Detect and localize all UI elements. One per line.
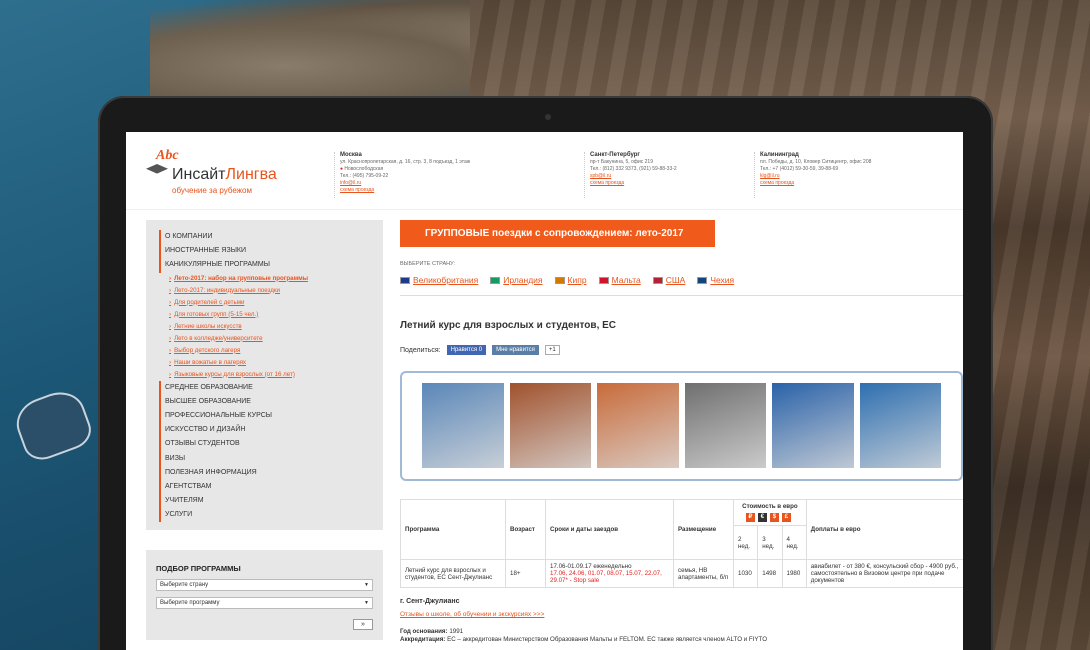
sidebar-item[interactable]: Лето-2017: набор на групповые программы	[159, 273, 383, 285]
gallery-photo[interactable]	[859, 383, 941, 468]
sidebar-item[interactable]: Выбор детского лагеря	[159, 345, 383, 357]
picker-title: ПОДБОР ПРОГРАММЫ	[156, 564, 241, 573]
camera-dot	[545, 114, 551, 120]
country-link[interactable]: Чехия	[697, 275, 734, 285]
col-price: Стоимость в евро ₽ € $ £	[733, 499, 807, 526]
city-title: г. Сент-Джулианс	[400, 598, 460, 605]
flag-icon	[490, 276, 501, 284]
sidebar-item[interactable]: ИСКУССТВО И ДИЗАЙН	[159, 423, 383, 438]
page-title: Летний курс для взрослых и студентов, ЕС	[400, 320, 617, 331]
country-select[interactable]: Выберите страну	[156, 579, 373, 591]
sidebar-item[interactable]: Лето-2017: индивидуальные поездки	[159, 285, 383, 297]
facebook-like-button[interactable]: Нравится 0	[446, 345, 487, 355]
col-extra: Доплаты в евро	[805, 499, 963, 560]
sidebar-item[interactable]: Наши вожатые в лагерях	[159, 357, 383, 369]
price-table: Программа Возраст Сроки и даты заездов Р…	[400, 499, 963, 588]
website-screen: Abc ИнсайтЛингва обучение за рубежом Мос…	[126, 132, 963, 650]
sidebar-item[interactable]: АГЕНТСТВАМ	[159, 479, 383, 495]
sidebar-item[interactable]: Для родителей с детьми	[159, 297, 383, 309]
sidebar-item[interactable]: ПОЛЕЗНАЯ ИНФОРМАЦИЯ	[159, 465, 383, 480]
pound-icon: £	[781, 513, 791, 522]
gallery-photo[interactable]	[772, 383, 854, 468]
vk-like-button[interactable]: Мне нравится	[492, 345, 539, 355]
map-link[interactable]: схема проезда	[340, 187, 509, 194]
sidebar-item[interactable]: О КОМПАНИИ	[159, 230, 383, 245]
school-info: Год основания: 1991 Аккредитация: ЕС – а…	[400, 628, 768, 643]
country-link[interactable]: Кипр	[554, 275, 587, 285]
google-plus-button[interactable]: +1	[544, 345, 560, 355]
flag-icon	[652, 276, 663, 284]
logo[interactable]: Abc ИнсайтЛингва обучение за рубежом	[146, 148, 277, 200]
country-link[interactable]: США	[652, 275, 685, 285]
gallery-photo[interactable]	[422, 383, 504, 468]
country-link[interactable]: Мальта	[598, 275, 641, 285]
sidebar-item[interactable]: ИНОСТРАННЫЕ ЯЗЫКИ	[159, 244, 383, 259]
page-banner: ГРУППОВЫЕ поездки с сопровождением: лето…	[400, 220, 715, 247]
table-row: Летний курс для взрослых и студентов, ЕС…	[400, 559, 963, 588]
sidebar-item[interactable]: ВЫСШЕЕ ОБРАЗОВАНИЕ	[159, 394, 383, 409]
photo-gallery	[400, 371, 963, 481]
col-dates: Сроки и даты заездов	[545, 499, 674, 560]
col-program: Программа	[400, 499, 506, 560]
sidebar-item[interactable]: ОТЗЫВЫ СТУДЕНТОВ	[159, 437, 383, 452]
sidebar-item[interactable]: УСЛУГИ	[159, 508, 383, 523]
program-picker: ПОДБОР ПРОГРАММЫ Выберите страну Выберит…	[146, 550, 383, 640]
sidebar-item[interactable]: КАНИКУЛЯРНЫЕ ПРОГРАММЫ	[159, 258, 383, 273]
choose-country-label: ВЫБЕРИТЕ СТРАНУ:	[400, 261, 455, 267]
sidebar-item[interactable]: Для готовых групп (5-15 чел.)	[159, 309, 383, 321]
email-link[interactable]: spb@il.ru	[590, 173, 724, 180]
sidebar-item[interactable]: ВИЗЫ	[159, 451, 383, 466]
dollar-icon: $	[769, 513, 779, 522]
logo-abc: Abc	[156, 148, 179, 163]
country-link[interactable]: Ирландия	[490, 275, 543, 285]
share-label: Поделиться:	[400, 346, 441, 354]
sidebar-item[interactable]: СРЕДНЕЕ ОБРАЗОВАНИЕ	[159, 380, 383, 395]
site-header: Abc ИнсайтЛингва обучение за рубежом Мос…	[126, 132, 963, 210]
sidebar-item[interactable]: Языковые курсы для взрослых (от 16 лет)	[159, 369, 383, 381]
program-select[interactable]: Выберите программу	[156, 597, 373, 609]
gallery-photo[interactable]	[509, 383, 591, 468]
ruble-icon: ₽	[745, 513, 755, 522]
email-link[interactable]: info@il.ru	[340, 180, 509, 187]
email-link[interactable]: klg@il.ru	[760, 173, 894, 180]
flag-icon	[400, 276, 410, 284]
gallery-photo[interactable]	[597, 383, 679, 468]
country-link[interactable]: Великобритания	[400, 275, 478, 285]
sidebar-menu: О КОМПАНИИ ИНОСТРАННЫЕ ЯЗЫКИ КАНИКУЛЯРНЫЕ …	[146, 220, 383, 530]
country-tabs: Великобритания Ирландия Кипр Мальта США Чехия	[400, 275, 963, 296]
logo-name: ИнсайтЛингва	[172, 166, 277, 183]
map-link[interactable]: схема проезда	[590, 180, 724, 187]
go-button[interactable]: »	[353, 619, 373, 630]
col-housing: Размещение	[673, 499, 734, 560]
map-link[interactable]: схема проезда	[760, 180, 894, 187]
main-content: ГРУППОВЫЕ поездки с сопровождением: лето…	[400, 220, 963, 650]
sidebar-item[interactable]: ПРОФЕССИОНАЛЬНЫЕ КУРСЫ	[159, 408, 383, 424]
sidebar-item[interactable]: УЧИТЕЛЯМ	[159, 494, 383, 509]
col-age: Возраст	[505, 499, 546, 560]
sidebar-item[interactable]: Лето в колледже/университете	[159, 333, 383, 345]
euro-icon: €	[757, 513, 767, 522]
sidebar-item[interactable]: Летние школы искусств	[159, 321, 383, 333]
flag-icon	[697, 276, 708, 284]
flag-icon	[554, 276, 565, 284]
office-moscow: Москва ул. Краснопролетарская, д. 16, ст…	[334, 152, 509, 198]
share-bar: Поделиться: Нравится 0 Мне нравится +1	[400, 345, 963, 355]
office-spb: Санкт-Петербург пр-т Бакунина, 5, офис 2…	[584, 152, 724, 198]
flag-icon	[598, 276, 609, 284]
office-kaliningrad: Калининград пл. Победы, д. 10, Кловер Си…	[754, 152, 894, 198]
reviews-link[interactable]: Отзывы о школе, об обучении и экскурсиях…	[400, 611, 963, 618]
logo-tagline: обучение за рубежом	[172, 186, 252, 195]
graduation-cap-icon	[146, 164, 168, 174]
gallery-photo[interactable]	[684, 383, 766, 468]
